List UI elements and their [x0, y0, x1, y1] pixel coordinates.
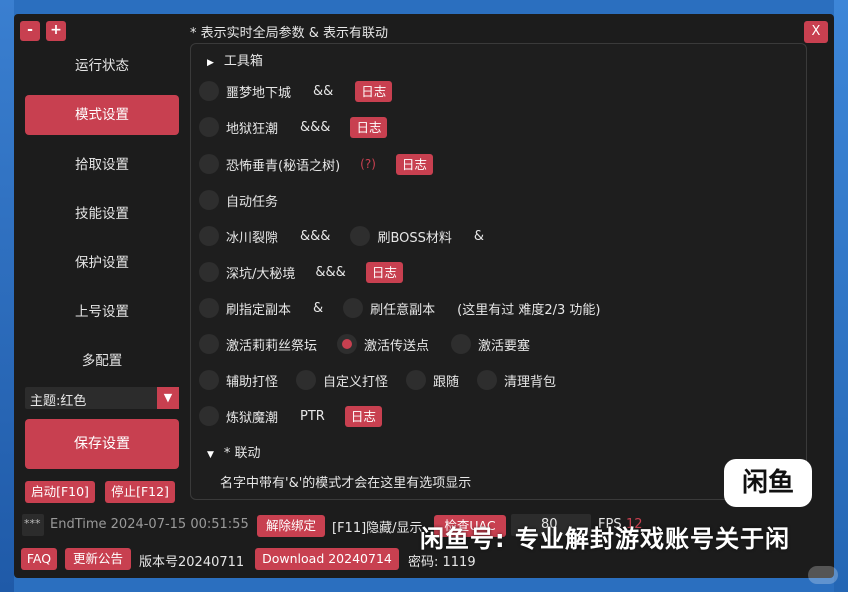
start-button[interactable]: 启动[F10] — [25, 481, 95, 503]
linkage-label: * 联动 — [223, 446, 261, 461]
radio-button[interactable] — [199, 406, 219, 426]
mode-row: 冰川裂隙 &&& 刷BOSS材料 & — [199, 223, 484, 249]
radio-button[interactable] — [199, 190, 219, 210]
mode-row: 刷指定副本 & 刷任意副本 (这里有过 难度2/3 功能) — [199, 295, 601, 321]
end-time: EndTime 2024-07-15 00:51:55 — [50, 517, 249, 532]
legend-header: * 表示实时全局参数 & 表示有联动 — [190, 26, 389, 41]
log-button[interactable]: 日志 — [365, 261, 403, 283]
linkage-marker: &&& — [315, 264, 346, 280]
log-button[interactable]: 日志 — [350, 116, 388, 138]
mode-label: 炼狱魔潮 — [226, 410, 279, 426]
mode-label: 恐怖垂青(秘语之树) — [226, 158, 341, 174]
triangle-right-icon: ▶ — [207, 58, 214, 68]
linkage-marker: && — [313, 83, 334, 99]
mode-label: 激活传送点 — [364, 338, 430, 354]
desktop-background-left — [0, 0, 14, 592]
radio-button[interactable] — [477, 370, 498, 390]
radio-button[interactable] — [199, 262, 219, 282]
linkage-hint: 名字中带有'&'的模式才会在这里有选项显示 — [220, 476, 472, 491]
mode-label: 刷指定副本 — [226, 302, 292, 318]
log-button[interactable]: 日志 — [355, 80, 393, 102]
version-label: 版本号20240711 — [139, 555, 245, 570]
mode-row: 辅助打怪 自定义打怪 跟随 清理背包 — [199, 367, 556, 393]
linkage-marker: & — [473, 228, 485, 244]
linkage-marker: &&& — [300, 228, 331, 244]
mode-label: 自定义打怪 — [323, 374, 389, 390]
mode-label: 刷任意副本 — [370, 302, 436, 318]
mode-row: 自动任务 — [199, 187, 278, 213]
download-button[interactable]: Download 20240714 — [255, 548, 399, 570]
toolbox-header[interactable]: ▶ 工具箱 — [207, 50, 263, 69]
radio-button[interactable] — [199, 226, 219, 246]
mode-label: 清理背包 — [504, 374, 557, 390]
save-button[interactable]: 保存设置 — [25, 419, 179, 469]
radio-button-selected[interactable] — [337, 334, 358, 354]
mode-label: 辅助打怪 — [226, 374, 279, 390]
watermark-logo: 闲鱼 — [724, 459, 812, 507]
radio-button[interactable] — [451, 334, 472, 354]
desktop-background-right — [834, 0, 848, 592]
sidebar-item-status[interactable]: 运行状态 — [25, 46, 179, 86]
mode-label: 冰川裂隙 — [226, 230, 279, 246]
radio-button[interactable] — [406, 370, 427, 390]
mode-label: 激活要塞 — [478, 338, 531, 354]
radio-button[interactable] — [199, 117, 219, 137]
sidebar-item-protect[interactable]: 保护设置 — [25, 243, 179, 283]
theme-select[interactable]: 主题:红色 ▼ — [25, 387, 179, 409]
mode-label: 刷BOSS材料 — [377, 230, 452, 246]
close-button[interactable]: X — [804, 21, 828, 43]
mode-label: 深坑/大秘境 — [226, 266, 296, 282]
radio-button[interactable] — [350, 226, 371, 246]
linkage-marker: &&& — [300, 119, 331, 135]
toolbox-label: 工具箱 — [223, 54, 263, 69]
mode-note: (这里有过 难度2/3 功能) — [457, 302, 601, 318]
sidebar-item-mode[interactable]: 模式设置 — [25, 95, 179, 135]
log-button[interactable]: 日志 — [344, 405, 382, 427]
sidebar-item-pickup[interactable]: 拾取设置 — [25, 145, 179, 185]
sidebar-item-skills[interactable]: 技能设置 — [25, 194, 179, 234]
radio-button[interactable] — [199, 81, 219, 101]
mode-tag: PTR — [300, 408, 325, 424]
mode-row: 恐怖垂青(秘语之树) (?) 日志 — [199, 151, 433, 177]
minimize-button[interactable]: - — [20, 21, 40, 41]
radio-button[interactable] — [296, 370, 317, 390]
radio-button[interactable] — [199, 334, 219, 354]
unbind-button[interactable]: 解除绑定 — [257, 515, 325, 537]
radio-button[interactable] — [199, 154, 219, 174]
mode-row: 炼狱魔潮 PTR 日志 — [199, 403, 382, 429]
triangle-down-icon: ▼ — [207, 450, 214, 460]
mode-panel: ▶ 工具箱 噩梦地下城 && 日志 地狱狂潮 &&& 日志 恐怖垂青(秘语之树) … — [190, 43, 807, 500]
corner-badge — [808, 566, 838, 584]
theme-label: 主题:红色 — [30, 394, 87, 409]
mode-label: 跟随 — [433, 374, 460, 390]
mode-row: 激活莉莉丝祭坛 激活传送点 激活要塞 — [199, 331, 530, 357]
help-hint[interactable]: (?) — [360, 157, 376, 171]
faq-button[interactable]: FAQ — [21, 548, 57, 570]
watermark-text: 闲鱼号: 专业解封游戏账号关于闲 — [420, 525, 790, 553]
sidebar-item-multiconfig[interactable]: 多配置 — [25, 341, 179, 381]
add-button[interactable]: + — [46, 21, 66, 41]
hide-toggle-label[interactable]: [F11]隐藏/显示 — [332, 517, 423, 536]
radio-button[interactable] — [199, 370, 219, 390]
update-notice-button[interactable]: 更新公告 — [65, 548, 131, 570]
linkage-marker: & — [313, 300, 324, 316]
sidebar-item-login[interactable]: 上号设置 — [25, 292, 179, 332]
radio-button[interactable] — [199, 298, 219, 318]
linkage-header[interactable]: ▼ * 联动 — [207, 442, 261, 461]
mode-row: 地狱狂潮 &&& 日志 — [199, 114, 388, 140]
app-window: - + * 表示实时全局参数 & 表示有联动 X 运行状态 模式设置 拾取设置 … — [14, 14, 834, 578]
mode-row: 噩梦地下城 && 日志 — [199, 78, 393, 104]
chevron-down-icon[interactable]: ▼ — [157, 387, 179, 409]
mode-label: 噩梦地下城 — [226, 85, 292, 101]
menu-dots-button[interactable]: *** — [22, 514, 44, 536]
mode-label: 自动任务 — [226, 194, 279, 210]
stop-button[interactable]: 停止[F12] — [105, 481, 175, 503]
mode-label: 地狱狂潮 — [226, 121, 279, 137]
log-button[interactable]: 日志 — [395, 153, 433, 175]
dots-icon: *** — [24, 517, 41, 530]
radio-button[interactable] — [343, 298, 364, 318]
mode-row: 深坑/大秘境 &&& 日志 — [199, 259, 403, 285]
mode-label: 激活莉莉丝祭坛 — [226, 338, 318, 354]
